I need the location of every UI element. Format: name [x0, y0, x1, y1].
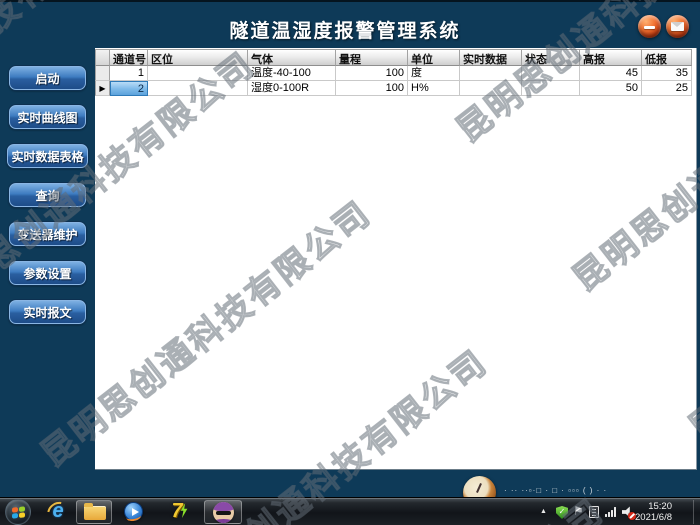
windows-flag-icon [12, 506, 25, 518]
cell-unit[interactable]: 度 [408, 66, 460, 81]
minimize-icon [644, 26, 655, 29]
media-player-icon[interactable] [124, 502, 143, 521]
screen-top-edge [0, 0, 700, 2]
main-panel: 通道号 区位 气体 量程 单位 实时数据 状态 高报 低报 1 温度-40-10… [95, 48, 697, 470]
col-header-selector[interactable] [95, 49, 110, 66]
security-shield-icon[interactable]: ✓ [556, 506, 568, 519]
start-button[interactable] [5, 499, 31, 525]
clock-time: 15:20 [635, 501, 672, 512]
avatar-icon [213, 502, 234, 523]
cell-zone[interactable] [148, 66, 248, 81]
clock-date: 2021/6/8 [635, 512, 672, 523]
col-header-status[interactable]: 状态 [522, 49, 580, 66]
row-selector-current[interactable]: ▶ [95, 81, 110, 96]
sidebar-item-transmitter-maintenance[interactable]: 变送器维护 [9, 222, 86, 246]
cell-gas[interactable]: 温度-40-100 [248, 66, 336, 81]
data-grid: 通道号 区位 气体 量程 单位 实时数据 状态 高报 低报 1 温度-40-10… [95, 49, 692, 96]
minimize-button[interactable] [638, 15, 661, 38]
internet-explorer-icon[interactable]: e [46, 501, 70, 523]
sidebar-item-realtime-message[interactable]: 实时报文 [9, 300, 86, 324]
cell-range[interactable]: 100 [336, 66, 408, 81]
col-header-unit[interactable]: 单位 [408, 49, 460, 66]
app-seven-icon[interactable]: 7 [162, 500, 192, 524]
cell-gas[interactable]: 湿度0-100R [248, 81, 336, 96]
cell-channel-selected[interactable]: 2 [110, 81, 148, 96]
show-hidden-icons-button[interactable]: ▲ [540, 508, 547, 515]
app-screen: 隧道温湿度报警管理系统 启动 实时曲线图 实时数据表格 查询 变送器维护 参数设… [0, 0, 700, 525]
sidebar-item-realtime-curve[interactable]: 实时曲线图 [9, 105, 86, 129]
cell-realtime[interactable] [460, 66, 522, 81]
cell-realtime[interactable] [460, 81, 522, 96]
show-desktop-strip[interactable] [693, 500, 694, 524]
col-header-range[interactable]: 量程 [336, 49, 408, 66]
envelope-icon [671, 22, 684, 31]
windows-explorer-button[interactable] [76, 500, 112, 524]
col-header-gas[interactable]: 气体 [248, 49, 336, 66]
col-header-channel[interactable]: 通道号 [110, 49, 148, 66]
cell-high-alarm[interactable]: 50 [580, 81, 642, 96]
action-center-flag-icon[interactable]: ⚑ [573, 504, 584, 518]
cell-channel[interactable]: 1 [110, 66, 148, 81]
illegible-status-text: · ·· ··▫·□ · □ · ▫▫▫ ( ) · · [504, 486, 660, 496]
cell-zone[interactable] [148, 81, 248, 96]
col-header-realtime[interactable]: 实时数据 [460, 49, 522, 66]
cell-status[interactable] [522, 66, 580, 81]
network-signal-icon[interactable] [605, 507, 618, 517]
sidebar-item-realtime-table[interactable]: 实时数据表格 [7, 144, 88, 168]
cell-high-alarm[interactable]: 45 [580, 66, 642, 81]
sidebar-item-query[interactable]: 查询 [9, 183, 86, 207]
cell-unit[interactable]: H% [408, 81, 460, 96]
cell-range[interactable]: 100 [336, 81, 408, 96]
cell-low-alarm[interactable]: 25 [642, 81, 692, 96]
taskbar-clock[interactable]: 15:20 2021/6/8 [635, 501, 672, 523]
page-title: 隧道温湿度报警管理系统 [95, 16, 595, 43]
sidebar-item-start[interactable]: 启动 [9, 66, 86, 90]
sidebar-item-parameter-settings[interactable]: 参数设置 [9, 261, 86, 285]
glasses-icon [216, 511, 231, 515]
running-app-button[interactable] [204, 500, 242, 524]
row-selector[interactable] [95, 66, 110, 81]
clipboard-tray-icon[interactable] [589, 506, 599, 518]
col-header-zone[interactable]: 区位 [148, 49, 248, 66]
seven-glyph: 7 [171, 500, 182, 522]
cell-status[interactable] [522, 81, 580, 96]
col-header-high[interactable]: 高报 [580, 49, 642, 66]
folder-icon [84, 506, 106, 520]
taskbar: e 7 ▲ ✓ ⚑ 15:20 2021/6/8 [0, 497, 700, 525]
close-button[interactable] [666, 15, 689, 38]
col-header-low[interactable]: 低报 [642, 49, 692, 66]
cell-low-alarm[interactable]: 35 [642, 66, 692, 81]
